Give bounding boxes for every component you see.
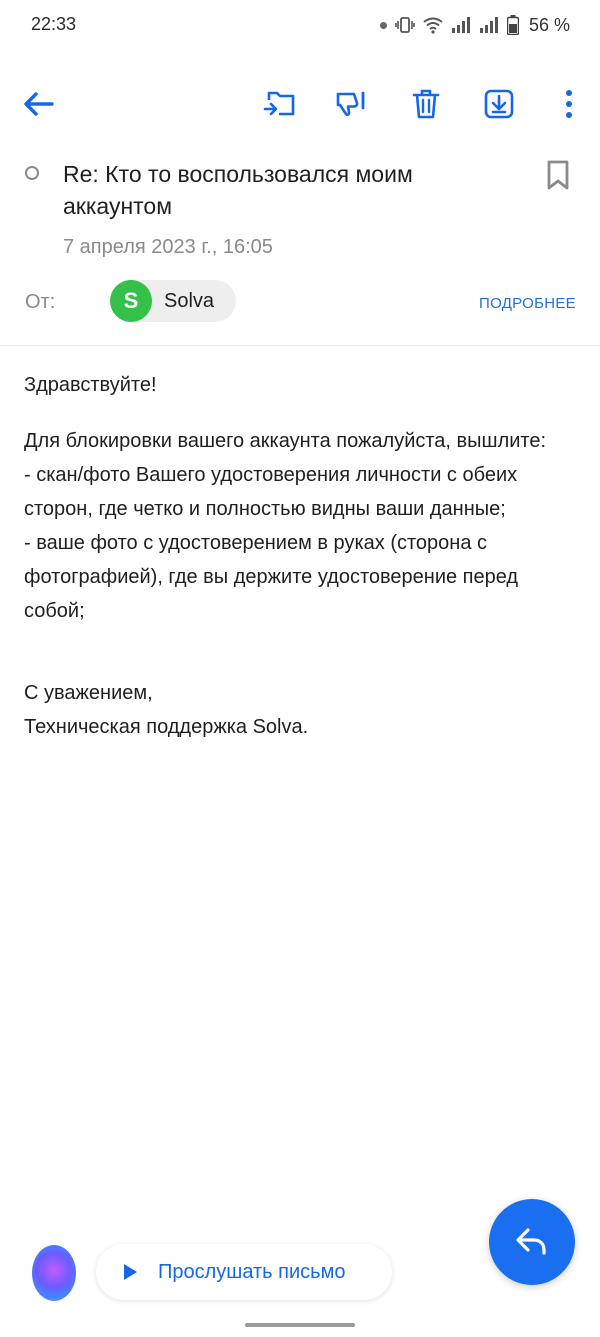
body-greeting: Здравствуйте! [24,374,157,396]
signal-icon [451,17,470,33]
body-signoff: С уважением, [24,682,153,704]
sender-chip[interactable]: S Solva [110,280,236,322]
header-divider [0,345,600,346]
status-time: 22:33 [31,14,77,34]
listen-label: Прослушать письмо [158,1260,346,1283]
avatar: S [110,280,152,322]
battery-icon [506,15,519,35]
battery-percent: 56 % [528,14,570,35]
trash-icon [412,89,440,119]
body-line: - скан/фото Вашего удостоверения личност… [24,464,518,520]
download-button[interactable] [479,84,519,124]
details-link[interactable]: ПОДРОБНЕЕ [479,295,576,312]
thumbs-down-icon [336,91,365,117]
message-date: 7 апреля 2023 г., 16:05 [63,236,273,258]
mail-toolbar [0,76,600,132]
more-options-button[interactable] [549,84,589,124]
notification-dot-icon [379,21,387,29]
message-body: Здравствуйте! Для блокировки вашего акка… [24,368,574,744]
body-signature: Техническая поддержка Solva. [24,716,309,738]
download-icon [484,89,514,119]
bookmark-button[interactable] [544,158,572,192]
back-button[interactable] [18,84,58,124]
spam-button[interactable] [331,84,371,124]
vibrate-icon [395,17,415,33]
home-indicator[interactable] [245,1323,355,1327]
message-subject: Re: Кто то воспользовался моим аккаунтом [63,161,413,219]
from-label: От: [25,291,56,313]
wifi-icon [423,17,443,34]
body-line: - ваше фото с удостоверением в руках (ст… [24,532,519,622]
listen-message-button[interactable]: Прослушать письмо [96,1244,392,1300]
bookmark-icon [547,160,569,190]
unread-toggle-icon[interactable] [25,166,39,180]
signal-icon-2 [479,17,498,33]
move-to-folder-icon [263,91,295,116]
body-line: Для блокировки вашего аккаунта пожалуйст… [24,430,547,452]
move-to-folder-button[interactable] [260,84,300,124]
back-arrow-icon [24,92,54,116]
reply-icon [516,1228,546,1255]
delete-button[interactable] [406,84,446,124]
status-bar: 22:33 56 % [0,0,600,50]
more-vertical-icon [566,90,572,118]
sender-name: Solva [164,289,215,312]
play-icon [124,1264,137,1280]
reply-button[interactable] [489,1199,575,1285]
status-icons: 56 % [379,12,570,38]
voice-assistant-icon[interactable] [32,1245,76,1301]
